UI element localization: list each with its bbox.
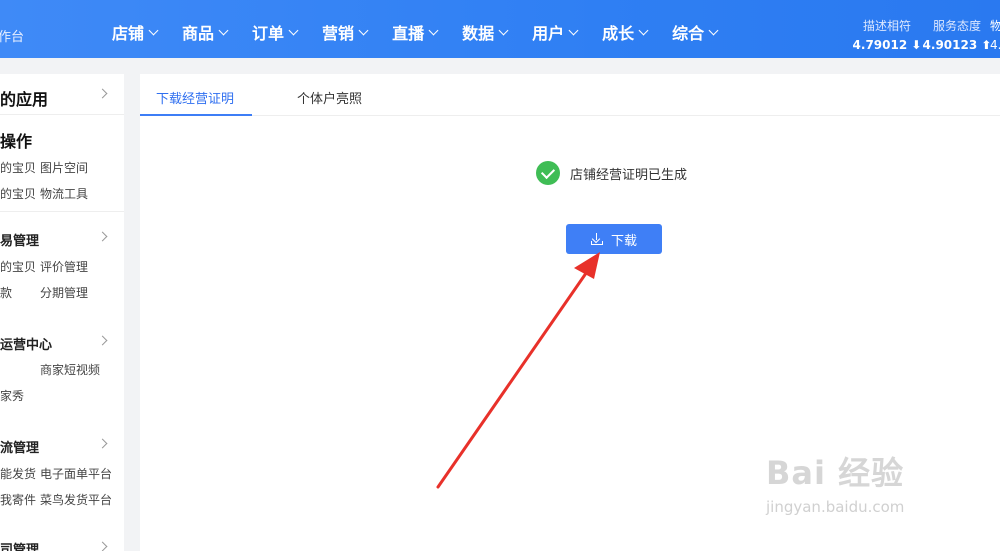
chevron-down-icon — [638, 25, 649, 35]
metric-label: 描述相符 — [862, 19, 911, 33]
sidebar-link[interactable]: 的宝贝 — [0, 258, 36, 275]
divider — [0, 211, 124, 212]
nav-label: 成长 — [602, 24, 635, 43]
sidebar-link-review-management[interactable]: 评价管理 — [40, 258, 88, 275]
status-message: 店铺经营证明已生成 — [570, 167, 688, 183]
chevron-down-icon — [498, 25, 509, 35]
shop-rating-metrics: 描述相符 4.79012 ⬇ 服务态度 4.90123 ⬆ — [852, 17, 992, 52]
chevron-down-icon — [148, 25, 159, 35]
metric-label: 物 — [990, 19, 1000, 33]
tab-bar: 下载经营证明 个体户亮照 — [140, 74, 1000, 116]
watermark-logo: Bai 经验 — [766, 454, 905, 492]
baidu-jingyan-watermark: Bai 经验 jingyan.baidu.com — [766, 448, 904, 516]
main-nav: 店铺 商品 订单 营销 直播 数据 用户 成长 综合 — [112, 20, 742, 44]
sidebar-link[interactable]: 我寄件 — [0, 491, 36, 508]
chevron-right-icon[interactable] — [97, 231, 108, 242]
chevron-down-icon — [428, 25, 439, 35]
metric-description-match[interactable]: 描述相符 4.79012 ⬇ — [852, 17, 922, 52]
sidebar-link-installments[interactable]: 分期管理 — [40, 284, 88, 301]
nav-item-store[interactable]: 店铺 — [112, 20, 159, 44]
check-circle-icon — [536, 161, 560, 185]
nav-label: 用户 — [532, 24, 565, 43]
download-button[interactable]: 下载 — [566, 224, 662, 254]
watermark-url: jingyan.baidu.com — [766, 498, 905, 516]
nav-item-data[interactable]: 数据 — [462, 20, 509, 44]
sidebar-link[interactable]: 家秀 — [0, 387, 24, 404]
sidebar: 的应用 操作 的宝贝 图片空间 的宝贝 物流工具 易管理 的宝贝 评价管理 款 … — [0, 74, 124, 551]
chevron-right-icon — [97, 88, 108, 99]
chevron-down-icon — [708, 25, 719, 35]
section-title-content-ops[interactable]: 运营中心 — [0, 334, 52, 353]
sidebar-link-merchant-short-video[interactable]: 商家短视频 — [40, 361, 100, 378]
tab-download-business-certificate[interactable]: 下载经营证明 — [156, 88, 234, 107]
sidebar-link[interactable]: 的宝贝 — [0, 185, 36, 202]
nav-item-users[interactable]: 用户 — [532, 20, 579, 44]
workbench-brand[interactable]: 作台 — [0, 26, 24, 45]
active-tab-indicator — [140, 114, 252, 116]
metric-service-attitude[interactable]: 服务态度 4.90123 ⬆ — [922, 17, 992, 52]
metric-value: 4. — [990, 38, 1000, 52]
nav-label: 店铺 — [112, 24, 145, 43]
nav-label: 数据 — [462, 24, 495, 43]
nav-label: 直播 — [392, 24, 425, 43]
my-apps-title: 的应用 — [0, 90, 49, 109]
metric-logistics-partial[interactable]: 物 4. — [990, 17, 1000, 56]
nav-label: 订单 — [252, 24, 285, 43]
section-title-company[interactable]: 司管理 — [0, 539, 39, 551]
quick-ops-title: 操作 — [0, 132, 33, 151]
download-button-label: 下载 — [610, 233, 637, 249]
nav-label: 商品 — [182, 24, 215, 43]
chevron-right-icon[interactable] — [97, 438, 108, 449]
top-navigation-bar: 作台 店铺 商品 订单 营销 直播 数据 用户 成长 综合 描述相符 4.790… — [0, 0, 1000, 58]
section-title-logistics[interactable]: 流管理 — [0, 437, 39, 456]
chevron-down-icon — [568, 25, 579, 35]
sidebar-link[interactable]: 款 — [0, 284, 12, 301]
sidebar-link[interactable]: 能发货 — [0, 465, 36, 482]
nav-item-marketing[interactable]: 营销 — [322, 20, 369, 44]
chevron-right-icon[interactable] — [97, 335, 108, 346]
nav-label: 营销 — [322, 24, 355, 43]
metric-value: 4.90123 ⬆ — [922, 38, 992, 52]
chevron-down-icon — [358, 25, 369, 35]
nav-label: 综合 — [672, 24, 705, 43]
generation-status: 店铺经营证明已生成 — [536, 161, 687, 185]
sidebar-link-logistics-tools[interactable]: 物流工具 — [40, 185, 88, 202]
nav-item-orders[interactable]: 订单 — [252, 20, 299, 44]
nav-item-general[interactable]: 综合 — [672, 20, 719, 44]
chevron-right-icon[interactable] — [97, 541, 108, 551]
sidebar-link-image-space[interactable]: 图片空间 — [40, 159, 88, 176]
metric-value: 4.79012 ⬇ — [852, 38, 922, 52]
metric-label: 服务态度 — [932, 19, 981, 33]
my-apps-header[interactable]: 的应用 — [0, 74, 124, 115]
chevron-down-icon — [288, 25, 299, 35]
download-icon — [590, 233, 603, 245]
nav-item-products[interactable]: 商品 — [182, 20, 229, 44]
nav-item-growth[interactable]: 成长 — [602, 20, 649, 44]
sidebar-link-cainiao-shipping[interactable]: 菜鸟发货平台 — [40, 491, 112, 508]
sidebar-link-e-waybill[interactable]: 电子面单平台 — [40, 465, 112, 482]
section-title-trade[interactable]: 易管理 — [0, 230, 39, 249]
tab-individual-license[interactable]: 个体户亮照 — [297, 88, 362, 107]
sidebar-link[interactable]: 的宝贝 — [0, 159, 36, 176]
nav-item-live[interactable]: 直播 — [392, 20, 439, 44]
chevron-down-icon — [218, 25, 229, 35]
